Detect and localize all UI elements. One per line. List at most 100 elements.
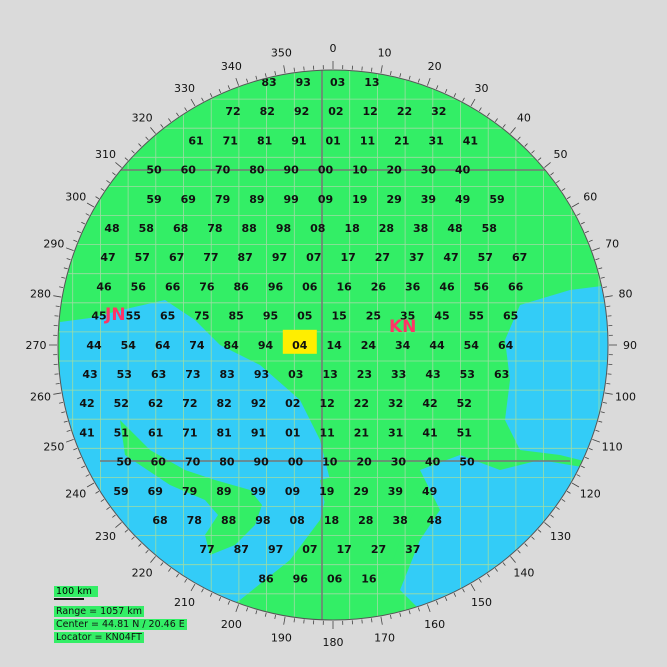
range-readout: Range = 1057 km bbox=[54, 606, 145, 617]
grid-square-label: 08 bbox=[310, 222, 325, 235]
grid-square-label: 80 bbox=[219, 456, 235, 469]
grid-square-label: 04 bbox=[292, 339, 308, 352]
bearing-tick bbox=[604, 295, 613, 298]
bearing-tick bbox=[95, 196, 100, 200]
grid-square-label: 45 bbox=[434, 310, 449, 323]
grid-square-label: 41 bbox=[79, 426, 94, 439]
grid-square-label: 50 bbox=[146, 164, 162, 177]
grid-square-label: 82 bbox=[217, 397, 232, 410]
grid-square-label: 98 bbox=[276, 222, 291, 235]
bearing-tick bbox=[487, 573, 490, 578]
grid-square-label: 75 bbox=[194, 310, 209, 323]
grid-square-label: 50 bbox=[116, 456, 132, 469]
bearing-label: 310 bbox=[95, 148, 116, 161]
bearing-label: 30 bbox=[475, 82, 489, 95]
grid-square-label: 32 bbox=[388, 397, 403, 410]
bearing-tick bbox=[606, 383, 611, 385]
grid-square-label: 57 bbox=[135, 251, 150, 264]
bearing-tick bbox=[53, 392, 62, 395]
grid-square-label: 97 bbox=[272, 251, 287, 264]
bearing-tick bbox=[106, 180, 110, 184]
grid-square-label: 63 bbox=[151, 368, 166, 381]
grid-square-label: 32 bbox=[431, 105, 446, 118]
bearing-label: 140 bbox=[513, 567, 534, 580]
bearing-tick bbox=[380, 65, 383, 74]
bearing-tick bbox=[595, 429, 600, 432]
grid-square-label: 79 bbox=[182, 485, 197, 498]
grid-square-label: 56 bbox=[474, 280, 490, 293]
grid-square-label: 87 bbox=[238, 251, 253, 264]
grid-square-label: 29 bbox=[353, 485, 368, 498]
bearing-tick bbox=[517, 136, 521, 141]
bearing-label: 130 bbox=[550, 530, 571, 543]
bearing-tick bbox=[524, 543, 528, 547]
grid-square-label: 37 bbox=[405, 543, 420, 556]
bearing-tick bbox=[556, 506, 560, 510]
grid-square-label: 00 bbox=[288, 456, 304, 469]
bearing-tick bbox=[283, 65, 286, 74]
grid-square-label: 78 bbox=[187, 514, 202, 527]
bearing-tick bbox=[73, 239, 78, 242]
bearing-tick bbox=[470, 98, 476, 107]
grid-square-label: 24 bbox=[361, 339, 377, 352]
grid-square-label: 78 bbox=[207, 222, 222, 235]
bearing-tick bbox=[408, 75, 411, 80]
locator-map[interactable]: 0 102030405060708090100110120130140150160… bbox=[0, 0, 667, 667]
bearing-label: 190 bbox=[271, 631, 292, 644]
grid-square-label: 20 bbox=[356, 456, 372, 469]
bearing-label: 250 bbox=[43, 441, 64, 454]
grid-square-label: 77 bbox=[199, 543, 214, 556]
grid-square-label: 66 bbox=[508, 280, 524, 293]
grid-square-label: 39 bbox=[421, 193, 436, 206]
bearing-tick bbox=[584, 456, 589, 460]
grid-square-label: 10 bbox=[322, 456, 338, 469]
bearing-tick bbox=[592, 247, 601, 251]
bearing-tick bbox=[65, 439, 74, 443]
grid-square-label: 03 bbox=[330, 76, 345, 89]
bearing-tick bbox=[576, 474, 581, 477]
grid-square-label: 40 bbox=[455, 164, 471, 177]
bearing-label: 120 bbox=[580, 488, 601, 501]
bearing-tick bbox=[408, 610, 411, 615]
bearing-tick bbox=[190, 98, 196, 107]
bearing-label: 350 bbox=[271, 47, 292, 60]
bearing-tick bbox=[444, 89, 448, 94]
grid-square-label: 59 bbox=[489, 193, 504, 206]
bearing-label: 150 bbox=[471, 596, 492, 609]
grid-square-label: 77 bbox=[203, 251, 218, 264]
bearing-tick bbox=[371, 67, 373, 72]
bearing-tick bbox=[264, 612, 267, 617]
bearing-label: 290 bbox=[43, 237, 64, 250]
grid-square-label: 70 bbox=[185, 456, 201, 469]
grid-square-label: 52 bbox=[457, 397, 472, 410]
bearing-tick bbox=[138, 543, 142, 547]
field-label-west: JN bbox=[104, 305, 126, 325]
bearing-tick bbox=[160, 124, 164, 128]
bearing-tick bbox=[255, 75, 258, 80]
bearing-tick bbox=[436, 85, 439, 90]
bearing-tick bbox=[85, 474, 90, 477]
bearing-label: 330 bbox=[174, 82, 195, 95]
bearing-tick bbox=[417, 78, 420, 83]
bearing-tick bbox=[293, 618, 295, 623]
grid-square-label: 46 bbox=[439, 280, 455, 293]
grid-square-label: 18 bbox=[324, 514, 339, 527]
grid-square-label: 55 bbox=[126, 310, 141, 323]
bearing-label: 230 bbox=[95, 530, 116, 543]
grid-square-label: 52 bbox=[114, 397, 129, 410]
grid-square-label: 41 bbox=[463, 134, 478, 147]
grid-square-label: 88 bbox=[242, 222, 257, 235]
grid-square-label: 69 bbox=[148, 485, 163, 498]
grid-square-label: 84 bbox=[224, 339, 240, 352]
bearing-tick bbox=[138, 143, 142, 147]
bearing-label: 110 bbox=[602, 441, 623, 454]
grid-square-label: 81 bbox=[257, 134, 272, 147]
grid-square-label: 91 bbox=[251, 426, 266, 439]
grid-square-label: 28 bbox=[379, 222, 394, 235]
bearing-tick bbox=[86, 202, 95, 208]
bearing-tick bbox=[537, 529, 542, 533]
bearing-label: 180 bbox=[323, 636, 344, 649]
bearing-label: 160 bbox=[424, 618, 445, 631]
bearing-tick bbox=[462, 588, 465, 593]
grid-square-label: 65 bbox=[503, 310, 518, 323]
